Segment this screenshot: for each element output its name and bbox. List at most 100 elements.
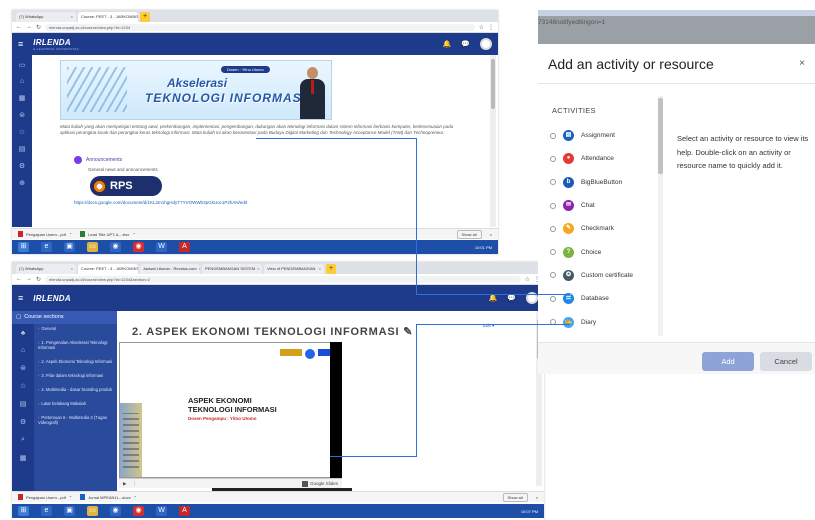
cancel-button[interactable]: Cancel	[760, 352, 812, 371]
avatar[interactable]	[480, 38, 492, 50]
menu-icon[interactable]: ⋮	[488, 24, 494, 31]
close-icon[interactable]: ×	[71, 266, 73, 274]
site-logo[interactable]: IRLENDA	[33, 294, 71, 303]
announcements-link[interactable]: Announcements	[74, 156, 122, 164]
activity-radio[interactable]	[550, 272, 556, 279]
google-doc-link[interactable]: https://docs.google.com/document/d/1KL2m…	[74, 200, 247, 205]
edge-icon[interactable]: e	[41, 506, 52, 516]
edge-icon[interactable]: e	[41, 242, 52, 252]
notification-icon[interactable]: 🔔	[489, 294, 498, 302]
section-link[interactable]: › General	[38, 326, 115, 331]
section-link[interactable]: › 2. Aspek Ekonomi Teknologi Informasi	[38, 359, 115, 364]
browser-tab[interactable]: Course: PEET - 3 - JARKOMINT×	[78, 264, 138, 274]
start-icon[interactable]: ⊞	[18, 242, 29, 252]
store-icon[interactable]: ▣	[64, 242, 75, 252]
browser-tab[interactable]: (7) WhatsApp ×	[16, 12, 76, 22]
star-icon[interactable]: ☆	[479, 24, 484, 31]
browser-tab[interactable]: (7) WhatsApp ×	[16, 264, 76, 274]
more-icon[interactable]: ⋮	[132, 481, 137, 487]
browser-tab[interactable]: View of PENGEMBANGAN ×	[264, 264, 324, 274]
activity-item[interactable]: ☰ Database	[538, 287, 666, 310]
section-link[interactable]: › Pertemuan 6 - Multimedia 2 (Tugas Video…	[38, 415, 115, 425]
download-item[interactable]: Pengajuan Usern...pdf ⌃	[18, 494, 72, 500]
files-icon[interactable]: ⊜	[19, 111, 25, 119]
close-icon[interactable]: ×	[199, 266, 200, 274]
hamburger-icon[interactable]: ≡	[18, 293, 23, 303]
new-tab-button[interactable]: +	[140, 12, 150, 22]
activity-item[interactable]: ✍ Diary	[538, 310, 666, 333]
close-icon[interactable]: ×	[319, 266, 321, 274]
star-icon[interactable]: ☆	[525, 276, 530, 283]
activity-radio[interactable]	[550, 132, 556, 139]
calendar-icon[interactable]: ▦	[20, 454, 27, 462]
messages-icon[interactable]: 💬	[507, 294, 516, 302]
search-icon[interactable]: ⌕	[21, 436, 25, 444]
courses-icon[interactable]: ☆	[19, 128, 25, 136]
rps-button[interactable]: RPS	[90, 176, 162, 196]
activity-radio[interactable]	[550, 155, 556, 162]
close-icon[interactable]: ×	[799, 58, 805, 69]
activity-radio[interactable]	[550, 179, 556, 186]
start-icon[interactable]: ⊞	[18, 506, 29, 516]
close-icon[interactable]: ×	[490, 232, 492, 237]
dashboard-icon[interactable]: ▭	[19, 61, 26, 69]
show-all-button[interactable]: Show all	[456, 229, 482, 239]
close-icon[interactable]: ×	[536, 495, 538, 500]
folder-icon[interactable]: ▭	[87, 506, 98, 516]
grades-icon[interactable]: ▤	[20, 400, 27, 408]
acrobat-icon[interactable]: A	[179, 242, 190, 252]
browser-tab[interactable]: Jadwal Liburan - Revalos.com ×	[140, 264, 200, 274]
activity-radio[interactable]	[550, 202, 556, 209]
course-sections-header[interactable]: ▢ Course sections	[12, 311, 117, 324]
show-all-button[interactable]: Show all	[502, 492, 528, 502]
courses-icon[interactable]: ☆	[20, 382, 26, 390]
notification-icon[interactable]: 🔔	[443, 40, 452, 48]
activity-item[interactable]: ▤ Assignment	[538, 124, 666, 147]
google-slides-link[interactable]: Google Slides	[301, 480, 338, 487]
activity-item[interactable]: b BigBlueButton	[538, 171, 666, 194]
forward-icon[interactable]: →	[26, 24, 32, 30]
home-icon[interactable]: ⌂	[20, 78, 24, 85]
activity-item[interactable]: ? Choice	[538, 240, 666, 263]
forward-icon[interactable]: →	[26, 276, 32, 282]
back-icon[interactable]: ←	[16, 276, 22, 282]
activity-item[interactable]: ✪ Custom certificate	[538, 264, 666, 287]
activity-item[interactable]: ✉ Chat	[538, 194, 666, 217]
word-icon[interactable]: W	[156, 506, 167, 516]
word-icon[interactable]: W	[156, 242, 167, 252]
page-scrollbar[interactable]	[490, 55, 496, 227]
add-button[interactable]: Add	[702, 352, 754, 371]
back-icon[interactable]: ←	[16, 24, 22, 30]
activity-radio[interactable]	[550, 249, 556, 256]
download-item[interactable]: Pengajuan Usern...pdf ⌃	[18, 231, 72, 237]
folder-icon[interactable]: ▭	[87, 242, 98, 252]
url-field[interactable]: elenda.unpadj.ac.id/course/view.php?id=1…	[45, 275, 521, 283]
grades-icon[interactable]: ▤	[19, 145, 26, 153]
chrome-alt-icon[interactable]: ◉	[133, 242, 144, 252]
section-link[interactable]: › 3. Pilar dalam teknologi informasi	[38, 373, 115, 378]
activity-item[interactable]: ✎ Checkmark	[538, 217, 666, 240]
pencil-icon[interactable]: ✎	[403, 326, 413, 338]
activity-radio[interactable]	[550, 225, 556, 232]
site-logo[interactable]: IRLENDA E-LEARNING UNIVERSITAS	[33, 38, 79, 51]
new-tab-button[interactable]: +	[326, 264, 336, 274]
activity-radio[interactable]	[550, 295, 556, 302]
add-block-icon[interactable]: ⊕	[19, 179, 25, 187]
settings-icon[interactable]: ⚙	[19, 162, 25, 170]
participants-icon[interactable]: ♣	[21, 330, 26, 337]
settings-icon[interactable]: ⚙	[20, 418, 26, 426]
activity-item[interactable]: ● Attendance	[538, 147, 666, 170]
acrobat-icon[interactable]: A	[179, 506, 190, 516]
close-icon[interactable]: ×	[71, 14, 73, 22]
section-link[interactable]: › 1. Pengenalan Akselerasi Teknologi Info…	[38, 340, 115, 350]
activity-scrollbar[interactable]	[658, 96, 663, 336]
home-icon[interactable]: ⌂	[21, 347, 25, 354]
reload-icon[interactable]: ↻	[36, 24, 41, 31]
url-field[interactable]: elenda.unpadj.ac.id/course/view.php?id=1…	[45, 23, 475, 31]
chrome-icon[interactable]: ◉	[110, 506, 121, 516]
chrome-alt-icon[interactable]: ◉	[133, 506, 144, 516]
chrome-icon[interactable]: ◉	[110, 242, 121, 252]
browser-tab[interactable]: PENGEMBANGAN SISTEM ×	[202, 264, 262, 274]
close-icon[interactable]: ×	[257, 266, 259, 274]
calendar-icon[interactable]: ▦	[19, 94, 26, 102]
